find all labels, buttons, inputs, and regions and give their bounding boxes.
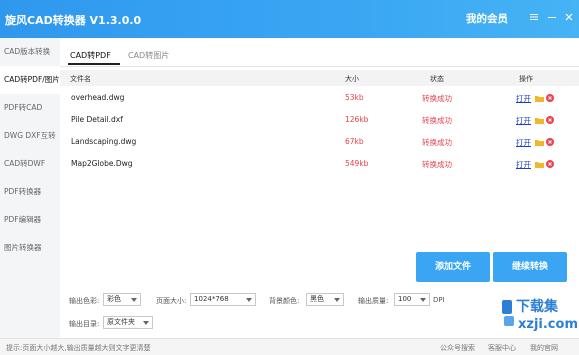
- sidebar-item-dwg-dxf[interactable]: DWG DXF互转: [0, 122, 60, 150]
- background-color-select[interactable]: 黑色: [306, 293, 344, 306]
- file-size: 126kb: [345, 115, 369, 124]
- output-quality-select[interactable]: 100: [394, 293, 430, 306]
- sidebar-item-pdf-to-cad[interactable]: PDF转CAD: [0, 94, 60, 122]
- footer-link-wechat[interactable]: 公众号搜索: [440, 343, 475, 353]
- table-header: 文件名 大小 状态 操作: [60, 70, 579, 86]
- output-color-label: 输出色彩:: [69, 297, 100, 305]
- sidebar-item-pdf-converter[interactable]: PDF转换器: [0, 178, 60, 206]
- folder-icon[interactable]: [535, 95, 544, 102]
- sidebar-item-image-converter[interactable]: 图片转换器: [0, 234, 60, 262]
- folder-icon[interactable]: [535, 161, 544, 168]
- chevron-down-icon: [131, 298, 137, 302]
- watermark-domain: xzji.com: [518, 317, 578, 332]
- watermark: 下载集 xzji.com: [500, 296, 578, 348]
- open-link[interactable]: 打开: [516, 93, 531, 104]
- active-tab-indicator: [68, 63, 120, 65]
- continue-convert-button[interactable]: 继续转换: [493, 252, 567, 282]
- open-link[interactable]: 打开: [516, 159, 531, 170]
- header-size: 大小: [345, 75, 359, 83]
- status-bar: 提示:页面大小越大,输出质量越大则文字更清楚 公众号搜索 客服中心 我的官网: [0, 338, 579, 355]
- file-status: 转换成功: [422, 94, 452, 103]
- hint-text: 提示:页面大小越大,输出质量越大则文字更清楚: [6, 344, 151, 352]
- hamburger-icon[interactable]: [528, 12, 540, 24]
- app-title: 旋风CAD转换器 V1.3.0.0: [5, 14, 142, 27]
- output-color-select[interactable]: 彩色: [103, 293, 141, 306]
- sidebar-item-cad-to-dwf[interactable]: CAD转DWF: [0, 150, 60, 178]
- output-quality-label: 输出质量:: [358, 297, 389, 305]
- page-size-value: 1024*768: [194, 295, 229, 303]
- table-row: Map2Globe.Dwg 549kb 转换成功 打开: [60, 153, 579, 175]
- header-action: 操作: [519, 75, 533, 83]
- output-dir-value: 原文件夹: [107, 318, 135, 326]
- file-status: 转换成功: [422, 138, 452, 147]
- file-size: 53kb: [345, 93, 364, 102]
- tab-cad-to-image[interactable]: CAD转图片: [128, 50, 169, 61]
- sidebar-item-cad-version[interactable]: CAD版本转换: [0, 38, 60, 66]
- add-file-button[interactable]: 添加文件: [416, 252, 490, 282]
- file-name: Map2Globe.Dwg: [71, 159, 133, 168]
- delete-icon[interactable]: [546, 94, 554, 102]
- file-name: overhead.dwg: [71, 93, 125, 102]
- page-size-label: 页面大小:: [156, 297, 187, 305]
- file-size: 549kb: [345, 159, 369, 168]
- file-size: 67kb: [345, 137, 364, 146]
- table-row: overhead.dwg 53kb 转换成功 打开: [60, 87, 579, 109]
- output-color-value: 彩色: [107, 295, 121, 303]
- table-row: Landscaping.dwg 67kb 转换成功 打开: [60, 131, 579, 153]
- tab-cad-to-pdf[interactable]: CAD转PDF: [70, 50, 111, 61]
- output-dir-label: 输出目录:: [69, 320, 100, 328]
- title-bar: 旋风CAD转换器 V1.3.0.0 我的会员: [0, 0, 579, 38]
- folder-icon[interactable]: [535, 139, 544, 146]
- page-size-select[interactable]: 1024*768: [190, 293, 256, 306]
- open-link[interactable]: 打开: [516, 115, 531, 126]
- folder-icon[interactable]: [535, 117, 544, 124]
- file-name: Landscaping.dwg: [71, 137, 137, 146]
- header-filename: 文件名: [70, 75, 91, 83]
- chevron-down-icon: [334, 298, 340, 302]
- chevron-down-icon: [143, 321, 149, 325]
- file-status: 转换成功: [422, 160, 452, 169]
- header-status: 状态: [430, 75, 444, 83]
- my-membership-button[interactable]: 我的会员: [466, 11, 508, 26]
- output-dir-select[interactable]: 原文件夹: [103, 316, 153, 329]
- output-quality-value: 100: [398, 295, 412, 303]
- watermark-text: 下载集: [516, 299, 558, 315]
- delete-icon[interactable]: [546, 138, 554, 146]
- sidebar-item-pdf-editor[interactable]: PDF编辑器: [0, 206, 60, 234]
- sidebar: CAD版本转换 CAD转PDF/图片 PDF转CAD DWG DXF互转 CAD…: [0, 38, 60, 338]
- file-name: Pile Detail.dxf: [71, 115, 123, 124]
- file-status: 转换成功: [422, 116, 452, 125]
- minimize-icon[interactable]: [546, 12, 558, 24]
- background-color-label: 背景颜色:: [269, 297, 300, 305]
- dpi-unit: DPI: [433, 296, 445, 304]
- chevron-down-icon: [420, 298, 426, 302]
- close-icon[interactable]: [563, 12, 575, 24]
- chevron-down-icon: [246, 298, 252, 302]
- tab-divider: [60, 66, 579, 67]
- sidebar-item-cad-to-pdf[interactable]: CAD转PDF/图片: [0, 66, 60, 94]
- delete-icon[interactable]: [546, 160, 554, 168]
- background-color-value: 黑色: [310, 295, 324, 303]
- delete-icon[interactable]: [546, 116, 554, 124]
- open-link[interactable]: 打开: [516, 137, 531, 148]
- table-row: Pile Detail.dxf 126kb 转换成功 打开: [60, 109, 579, 131]
- watermark-logo: [502, 300, 514, 326]
